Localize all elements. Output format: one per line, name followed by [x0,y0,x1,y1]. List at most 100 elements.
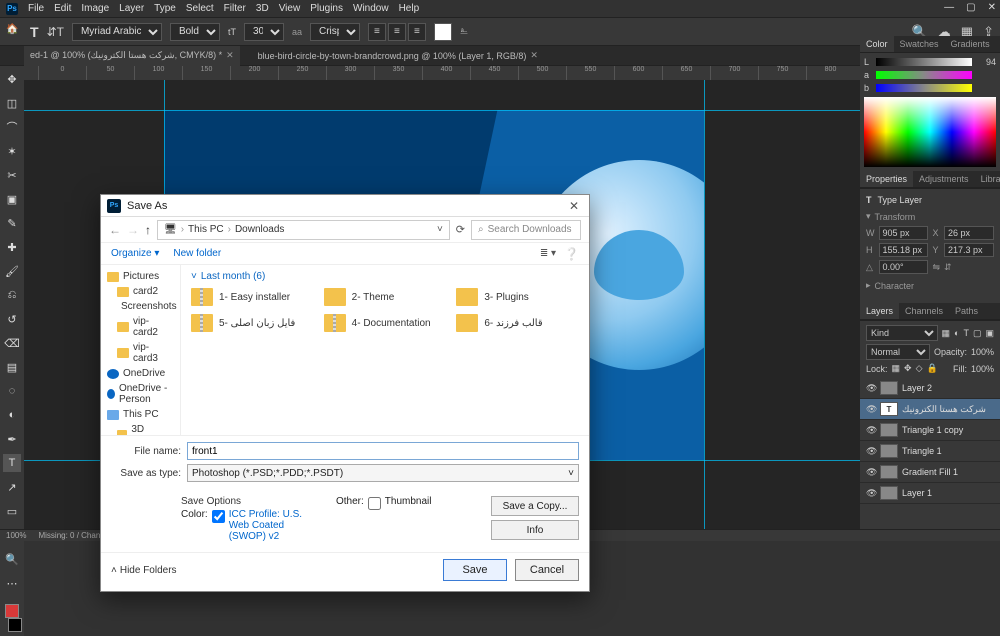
layer-row[interactable]: 👁Triangle 1 copy [860,420,1000,441]
new-folder-button[interactable]: New folder [173,248,221,259]
history-brush-tool-icon[interactable]: ↺ [3,310,21,328]
tree-node[interactable]: 3D Objects [101,422,180,435]
tree-node[interactable]: OneDrive - Person [101,381,180,407]
search-input[interactable]: ⌕ Search Downloads [471,220,581,240]
saveastype-select[interactable]: Photoshop (*.PSD;*.PDD;*.PSDT)˅ [187,464,579,482]
filter-shape-icon[interactable]: ▢ [973,328,982,339]
doc-tab-2[interactable]: blue-bird-circle-by-town-brandcrowd.png … [252,46,544,66]
a-slider[interactable] [876,71,972,79]
save-button[interactable]: Save [443,559,507,581]
tab-swatches[interactable]: Swatches [894,36,945,52]
window-minimize-icon[interactable]: — [944,2,954,13]
breadcrumb[interactable]: 🖥 › This PC › Downloads ˅ [157,220,450,240]
filter-pixel-icon[interactable]: ▦ [942,328,951,339]
text-orientation-icon[interactable]: ⇵T [47,25,64,39]
menu-plugins[interactable]: Plugins [310,3,343,14]
menu-select[interactable]: Select [186,3,214,14]
tab-properties[interactable]: Properties [860,171,913,187]
W-value[interactable]: 905 px [879,226,929,240]
b-slider[interactable] [876,84,972,92]
brush-tool-icon[interactable]: 🖌 [3,262,21,280]
eraser-tool-icon[interactable]: ⌫ [3,334,21,352]
close-icon[interactable]: ✕ [530,50,538,61]
layer-row[interactable]: 👁Layer 1 [860,483,1000,504]
font-size-select[interactable]: 30 pt [244,23,284,41]
menu-3d[interactable]: 3D [256,3,269,14]
shape-tool-icon[interactable]: ▭ [3,502,21,520]
more-tools-icon[interactable]: ⋯ [3,574,21,592]
folder-item[interactable]: 1- Easy installer [191,288,314,306]
guide-horizontal[interactable] [24,110,860,111]
hide-folders-button[interactable]: ˄Hide Folders [111,565,177,576]
tree-node[interactable]: card2 [101,284,180,299]
font-family-select[interactable]: Myriad Arabic [72,23,162,41]
folder-content[interactable]: ˅Last month (6) 1- Easy installer2- Them… [181,265,589,435]
tree-node[interactable]: OneDrive [101,366,180,381]
lock-pixels-icon[interactable]: ◇ [916,363,923,374]
filter-type-icon[interactable]: T [963,328,969,338]
visibility-icon[interactable]: 👁 [866,467,876,478]
close-icon[interactable]: ✕ [226,50,234,61]
dialog-close-icon[interactable]: ✕ [565,199,583,213]
flip-h-icon[interactable]: ⇋ [932,262,940,273]
type-tool-icon[interactable]: T [3,454,21,472]
menu-type[interactable]: Type [154,3,176,14]
home-icon[interactable]: 🏠 [6,24,22,40]
antialias-select[interactable]: Crisp [310,23,360,41]
layer-row[interactable]: 👁Triangle 1 [860,441,1000,462]
lock-pos-icon[interactable]: ✥ [904,363,912,374]
pen-tool-icon[interactable]: ✒ [3,430,21,448]
chevron-right-icon[interactable]: ▸ [866,280,871,291]
folder-item[interactable]: 4- Documentation [324,314,447,332]
window-restore-icon[interactable]: ▢ [966,2,975,13]
foreground-color-swatch[interactable] [5,604,19,618]
tab-libraries[interactable]: Libraries [975,171,1000,187]
background-color-swatch[interactable] [8,618,22,632]
menu-layer[interactable]: Layer [119,3,144,14]
menu-edit[interactable]: Edit [54,3,71,14]
thumbnail-checkbox[interactable] [368,497,381,510]
organize-button[interactable]: Organize ▾ [111,248,159,259]
tree-node[interactable]: vip-card3 [101,340,180,366]
menu-window[interactable]: Window [353,3,389,14]
chevron-down-icon[interactable]: ˅ [191,271,197,282]
save-a-copy-button[interactable]: Save a Copy... [491,496,579,516]
warp-text-icon[interactable]: ⎁ [460,26,468,37]
align-left-icon[interactable]: ≡ [368,23,386,41]
heal-tool-icon[interactable]: ✚ [3,238,21,256]
tab-paths[interactable]: Paths [949,303,984,319]
visibility-icon[interactable]: 👁 [866,404,876,415]
lasso-tool-icon[interactable]: ⌒ [3,118,21,136]
window-close-icon[interactable]: ✕ [988,2,996,13]
doc-tab-1[interactable]: ed-1 @ 100% (شركت هستا الكترونيك, CMYK/8… [24,46,240,66]
fill-value[interactable]: 100% [971,364,994,374]
gradient-tool-icon[interactable]: ▤ [3,358,21,376]
tree-node[interactable]: vip-card2 [101,314,180,340]
blend-mode-select[interactable]: Normal [866,344,930,360]
filter-adjust-icon[interactable]: ◐ [954,328,959,338]
tab-gradients[interactable]: Gradients [945,36,996,52]
tab-patterns[interactable]: Patterns [996,36,1000,52]
lock-icon[interactable]: 🔒 [927,363,938,374]
path-tool-icon[interactable]: ↗ [3,478,21,496]
tab-layers[interactable]: Layers [860,303,899,319]
align-right-icon[interactable]: ≡ [408,23,426,41]
zoom-tool-icon[interactable]: 🔍 [3,550,21,568]
tree-node[interactable]: This PC [101,407,180,422]
angle-value[interactable]: 0.00° [879,260,929,274]
align-center-icon[interactable]: ≡ [388,23,406,41]
visibility-icon[interactable]: 👁 [866,488,876,499]
eyedropper-tool-icon[interactable]: ✎ [3,214,21,232]
font-weight-select[interactable]: Bold [170,23,220,41]
nav-back-icon[interactable]: ← [109,223,121,237]
dodge-tool-icon[interactable]: ◐ [3,406,21,424]
tab-adjustments[interactable]: Adjustments [913,171,975,187]
tab-channels[interactable]: Channels [899,303,949,319]
menu-file[interactable]: File [28,3,44,14]
marquee-tool-icon[interactable]: ◫ [3,94,21,112]
flip-v-icon[interactable]: ⇵ [944,262,994,273]
visibility-icon[interactable]: 👁 [866,446,876,457]
wand-tool-icon[interactable]: ✶ [3,142,21,160]
lock-all-icon[interactable]: ▦ [892,363,901,374]
menu-filter[interactable]: Filter [224,3,246,14]
